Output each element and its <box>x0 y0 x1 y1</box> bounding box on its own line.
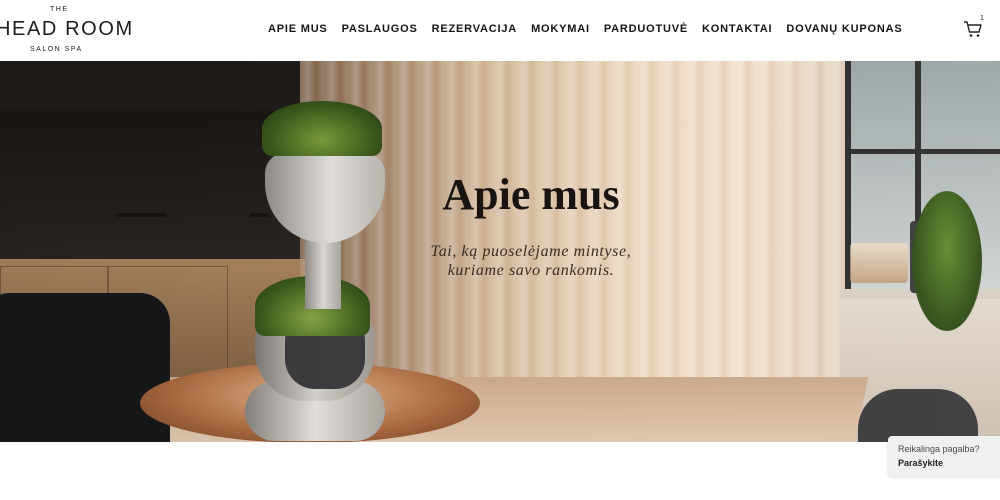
cart-count-badge: 1 <box>980 15 984 22</box>
page-title: Apie mus <box>442 170 620 219</box>
help-chat-widget[interactable]: Reikalinga pagalba? Parašykite <box>888 436 1000 476</box>
help-chat-prompt: Reikalinga pagalba? <box>898 444 980 454</box>
help-chat-link[interactable]: Parašykite <box>898 458 1000 468</box>
site-header: THE HEAD ROOM SALON SPA APIE MUS PASLAUG… <box>0 0 1000 60</box>
nav-item-rezervacija[interactable]: REZERVACIJA <box>432 23 517 35</box>
logo-tagline: SALON SPA <box>30 46 83 53</box>
main-nav: APIE MUS PASLAUGOS REZERVACIJA MOKYMAI P… <box>268 23 917 35</box>
logo-wordmark: HEAD ROOM <box>0 18 134 40</box>
hero-subtitle-line: Tai, ką puoselėjame mintyse, <box>430 243 632 260</box>
hero-banner: Apie mus Tai, ką puoselėjame mintyse, ku… <box>0 61 1000 442</box>
nav-item-mokymai[interactable]: MOKYMAI <box>531 23 590 35</box>
nav-item-apie-mus[interactable]: APIE MUS <box>268 23 328 35</box>
hero-subtitle: Tai, ką puoselėjame mintyse, kuriame sav… <box>380 242 682 280</box>
logo-the: THE <box>50 6 69 13</box>
nav-item-dovanu-kuponas[interactable]: DOVANŲ KUPONAS <box>786 23 902 35</box>
logo[interactable]: THE HEAD ROOM SALON SPA <box>0 6 132 56</box>
cart-icon[interactable] <box>963 20 985 40</box>
hero-subtitle-line: kuriame savo rankomis. <box>447 262 615 279</box>
nav-item-parduotuve[interactable]: PARDUOTUVĖ <box>604 23 688 35</box>
nav-item-paslaugos[interactable]: PASLAUGOS <box>342 23 418 35</box>
nav-item-kontaktai[interactable]: KONTAKTAI <box>702 23 772 35</box>
